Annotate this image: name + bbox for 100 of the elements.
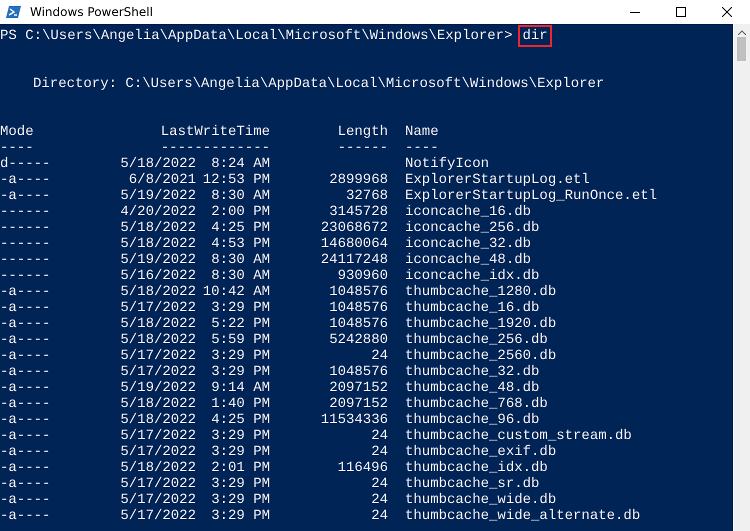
close-icon: [722, 7, 732, 17]
length-cell-text: 2899968: [328, 172, 388, 188]
mode-cell-text: -a----: [0, 172, 52, 188]
time-cell-text: 5:22 PM: [210, 316, 270, 332]
time-cell-text: 3:29 PM: [210, 364, 270, 380]
name-cell-text: thumbcache_2560.db: [404, 348, 558, 364]
name-cell-text: thumbcache_1920.db: [404, 316, 558, 332]
date-cell-text: 5/18/2022: [119, 284, 196, 300]
powershell-icon: [6, 4, 22, 20]
scroll-up-icon[interactable]: [738, 30, 746, 35]
time-cell-text: 4:53 PM: [210, 236, 270, 252]
length-cell-text: 116496: [336, 460, 388, 476]
length-cell-text: 24: [370, 508, 388, 524]
mode-cell-text: -a----: [0, 284, 52, 300]
date-cell-text: 5/17/2022: [119, 508, 196, 524]
name-cell-text: NotifyIcon: [404, 156, 490, 172]
date-cell-text: 6/8/2021: [128, 172, 196, 188]
date-cell-text: 5/18/2022: [119, 236, 196, 252]
mode-cell-text: -a----: [0, 476, 52, 492]
date-cell-text: 5/17/2022: [119, 492, 196, 508]
date-cell-text: 5/19/2022: [119, 188, 196, 204]
length-cell-text: 24: [370, 476, 388, 492]
mode-cell-text: -a----: [0, 332, 52, 348]
column-header: Mode: [0, 124, 35, 140]
mode-cell-text: -a----: [0, 188, 52, 204]
time-cell-text: 12:53 PM: [202, 172, 270, 188]
mode-cell-text: -a----: [0, 428, 52, 444]
mode-cell-text: ------: [0, 220, 52, 236]
length-cell-text: 930960: [336, 268, 388, 284]
time-cell-text: 8:30 AM: [210, 252, 270, 268]
header-underline: ----: [0, 140, 35, 156]
column-header: Length: [336, 124, 388, 140]
length-cell-text: 24: [370, 348, 388, 364]
length-cell-text: 24: [370, 428, 388, 444]
time-cell-text: 3:29 PM: [210, 348, 270, 364]
name-cell-text: thumbcache_1280.db: [404, 284, 558, 300]
prompt-path: PS C:\Users\Angelia\AppData\Local\Microsoft\Windows\Explorer>: [0, 28, 512, 44]
length-cell-text: 32768: [344, 188, 388, 204]
length-cell-text: 2097152: [328, 380, 388, 396]
mode-cell-text: -a----: [0, 364, 52, 380]
name-cell-text: thumbcache_wide_alternate.db: [404, 508, 642, 524]
mode-cell-text: ------: [0, 252, 52, 268]
name-cell-text: ExplorerStartupLog.etl: [404, 172, 591, 188]
name-cell-text: iconcache_256.db: [404, 220, 540, 236]
time-cell-text: 10:42 AM: [202, 284, 270, 300]
name-cell-text: thumbcache_exif.db: [404, 444, 558, 460]
time-cell-text: 9:14 AM: [210, 380, 270, 396]
name-cell-text: thumbcache_idx.db: [404, 460, 549, 476]
name-cell-text: iconcache_idx.db: [404, 268, 540, 284]
time-cell-text: 8:30 AM: [210, 268, 270, 284]
name-cell-text: ExplorerStartupLog_RunOnce.etl: [404, 188, 658, 204]
date-cell-text: 4/20/2022: [119, 204, 196, 220]
name-cell-text: iconcache_16.db: [404, 204, 532, 220]
mode-cell-text: -a----: [0, 492, 52, 508]
time-cell-text: 3:29 PM: [210, 492, 270, 508]
date-cell-text: 5/17/2022: [119, 476, 196, 492]
date-cell-text: 5/17/2022: [119, 428, 196, 444]
length-cell-text: 2097152: [328, 396, 388, 412]
scrollbar[interactable]: [733, 24, 750, 531]
time-cell-text: 5:59 PM: [210, 332, 270, 348]
length-cell-text: 14680064: [320, 236, 388, 252]
time-cell-text: 3:29 PM: [210, 428, 270, 444]
date-cell-text: 5/18/2022: [119, 412, 196, 428]
length-cell-text: 1048576: [328, 300, 388, 316]
date-cell-text: 5/18/2022: [119, 220, 196, 236]
time-cell-text: 3:29 PM: [210, 476, 270, 492]
time-cell-text: 3:29 PM: [210, 300, 270, 316]
name-cell-text: thumbcache_96.db: [404, 412, 540, 428]
date-cell-text: 5/17/2022: [119, 300, 196, 316]
length-cell-text: 24117248: [320, 252, 388, 268]
date-cell-text: 5/19/2022: [119, 252, 196, 268]
time-cell-text: 2:01 PM: [210, 460, 270, 476]
mode-cell-text: -a----: [0, 508, 52, 524]
length-cell-text: 24: [370, 492, 388, 508]
name-cell-text: thumbcache_256.db: [404, 332, 549, 348]
mode-cell-text: -a----: [0, 444, 52, 460]
time-cell-text: 8:30 AM: [210, 188, 270, 204]
header-underline: ------: [336, 140, 388, 156]
name-cell-text: thumbcache_sr.db: [404, 476, 540, 492]
length-cell-text: 23068672: [320, 220, 388, 236]
header-underline: ----: [404, 140, 440, 156]
length-cell-text: 11534336: [320, 412, 388, 428]
date-cell-text: 5/18/2022: [119, 332, 196, 348]
column-header: LastWriteTime: [160, 124, 270, 140]
time-cell-text: 3:29 PM: [210, 444, 270, 460]
name-cell-text: thumbcache_16.db: [404, 300, 540, 316]
time-cell-text: 1:40 PM: [210, 396, 270, 412]
name-cell-text: thumbcache_32.db: [404, 364, 540, 380]
header-underline: -------------: [160, 140, 270, 156]
mode-cell-text: ------: [0, 204, 52, 220]
name-cell-text: iconcache_48.db: [404, 252, 532, 268]
mode-cell-text: -a----: [0, 300, 52, 316]
time-cell-text: 4:25 PM: [210, 412, 270, 428]
time-cell-text: 4:25 PM: [210, 220, 270, 236]
length-cell-text: 1048576: [328, 316, 388, 332]
length-cell-text: 3145728: [328, 204, 388, 220]
mode-cell-text: -a----: [0, 348, 52, 364]
name-cell-text: thumbcache_custom_stream.db: [404, 428, 633, 444]
scroll-thumb[interactable]: [737, 37, 746, 61]
maximize-icon: [676, 7, 686, 17]
